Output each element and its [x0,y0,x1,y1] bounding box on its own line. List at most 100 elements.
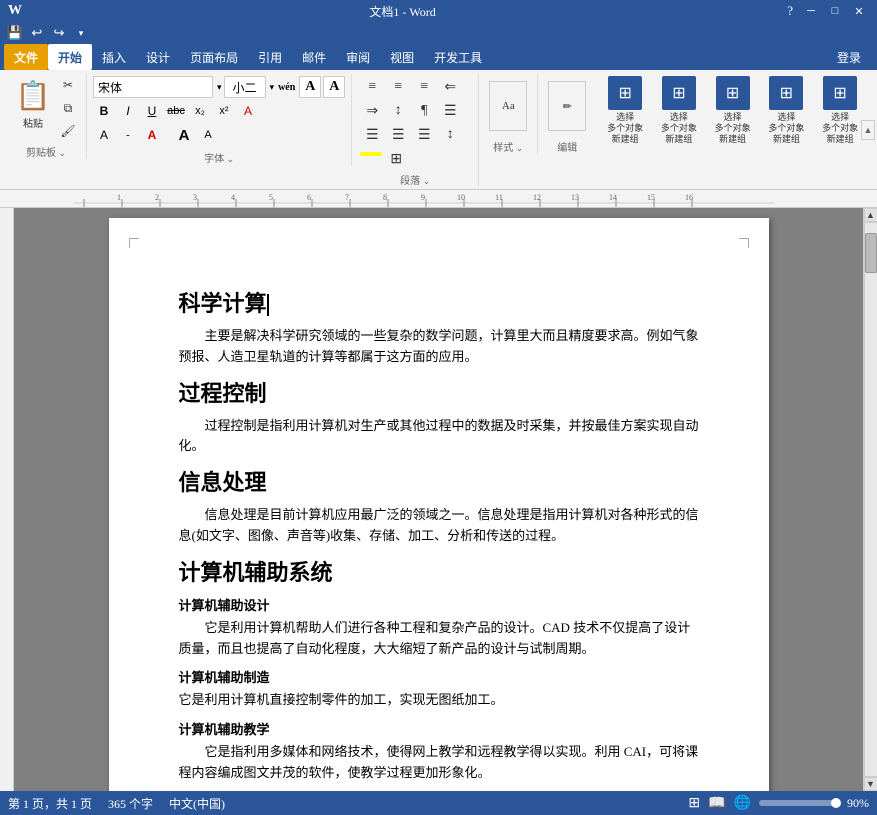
font-increase-button[interactable]: A [299,76,321,98]
svg-text:9: 9 [421,193,425,202]
line-spacing-button[interactable]: ↕ [438,124,462,146]
font-grow-button[interactable]: A [173,124,195,146]
align-left-button[interactable]: ☰ [438,100,462,122]
menu-view[interactable]: 视图 [380,44,424,70]
select-multi4-button[interactable]: ⊞ 选择多个对象新建组 [762,74,812,146]
menu-layout[interactable]: 页面布局 [180,44,248,70]
heading-cad[interactable]: 计算机辅助设计 [179,595,699,614]
login-button[interactable]: 登录 [825,44,873,70]
undo-icon[interactable]: ↩ [28,24,46,42]
select-multi3-button[interactable]: ⊞ 选择多个对象新建组 [708,74,758,146]
heading-kejixuansuan[interactable]: 科学计算 [179,286,699,318]
view-read-icon[interactable]: 📖 [708,795,725,812]
strikethrough-button[interactable]: abc [165,100,187,122]
body-cam[interactable]: 它是利用计算机直接控制零件的加工，实现无图纸加工。 [179,690,699,711]
heading-guochengkongzhi[interactable]: 过程控制 [179,376,699,408]
zoom-thumb[interactable] [831,798,841,808]
select-multi1-button[interactable]: ⊞ 选择多个对象新建组 [600,74,650,146]
menu-insert[interactable]: 插入 [92,44,136,70]
svg-text:7: 7 [345,193,349,202]
clipboard-small-buttons: ✂ ⧉ 🖌 [56,74,80,142]
para-group: ≡ ≡ ≡ ⇐ ⇒ ↕ ¶ ☰ ☰ ☰ ☰ ↕ ⊞ 段落 ⌄ [352,74,479,187]
zoom-slider[interactable] [759,800,839,806]
text-highlight-button[interactable]: - [117,124,139,146]
show-marks-button[interactable]: ¶ [412,100,436,122]
border-button[interactable]: ⊞ [384,148,408,170]
save-icon[interactable]: 💾 [6,24,24,42]
font-size-selector[interactable]: 小二 [224,76,266,98]
menu-mail[interactable]: 邮件 [292,44,336,70]
vertical-scrollbar[interactable]: ▲ ▼ [863,208,877,791]
redo-icon[interactable]: ↪ [50,24,68,42]
scroll-track[interactable] [864,222,877,777]
text-cursor [267,294,269,316]
menu-file[interactable]: 文件 [4,44,48,70]
app-title: 文档1 - Word [22,3,783,20]
restore-button[interactable]: □ [825,3,845,19]
heading-cam[interactable]: 计算机辅助制造 [179,667,699,686]
body-xinxichuli[interactable]: 信息处理是目前计算机应用最广泛的领域之一。信息处理是指用计算机对各种形式的信息(… [179,505,699,547]
bold-button[interactable]: B [93,100,115,122]
numbering-button[interactable]: ≡ [386,76,410,98]
font-name-selector[interactable]: 宋体 [93,76,213,98]
align-right-button[interactable]: ☰ [386,124,410,146]
cut-button[interactable]: ✂ [56,74,80,96]
shading-button[interactable] [360,152,382,156]
sort-button[interactable]: ↕ [386,100,410,122]
styles-label: 样式 ⌄ [493,137,523,154]
heading-jisuanjiufuzhu[interactable]: 计算机辅助系统 [179,555,699,587]
subscript-button[interactable]: x₂ [189,100,211,122]
font-name-dropdown[interactable]: ▾ [217,82,222,93]
document-page[interactable]: 科学计算 主要是解决科学研究领域的一些复杂的数学问题，计算里大而且精度要求高。例… [109,218,769,791]
select-multi5-button[interactable]: ⊞ 选择多个对象新建组 [815,74,865,146]
justify-button[interactable]: ☰ [412,124,436,146]
increase-indent-button[interactable]: ⇒ [360,100,384,122]
scroll-up-button[interactable]: ▲ [864,208,877,222]
scroll-thumb[interactable] [865,233,877,273]
body-cai[interactable]: 它是指利用多媒体和网络技术，使得网上教学和远程教学得以实现。利用 CAI，可将课… [179,742,699,784]
ribbon-collapse-button[interactable]: ▲ [861,120,875,140]
close-button[interactable]: ✕ [849,3,869,19]
paste-button[interactable]: 📋 粘贴 [12,74,54,134]
copy-button[interactable]: ⧉ [56,97,80,119]
font-shrink-button[interactable]: A [197,124,219,146]
font-size-dropdown[interactable]: ▾ [270,82,275,93]
heading-xinxichuli[interactable]: 信息处理 [179,465,699,497]
styles-button[interactable]: Aa [487,76,529,136]
italic-button[interactable]: I [117,100,139,122]
view-layout-icon[interactable]: ⊞ [688,795,700,812]
underline-button[interactable]: U [141,100,163,122]
minimize-button[interactable]: ─ [801,3,821,19]
superscript-button[interactable]: x² [213,100,235,122]
body-cad[interactable]: 它是利用计算机帮助人们进行各种工程和复杂产品的设计。CAD 技术不仅提高了设计质… [179,618,699,660]
menu-references[interactable]: 引用 [248,44,292,70]
font-color-button[interactable]: A [141,124,163,146]
body-guochengkongzhi[interactable]: 过程控制是指利用计算机对生产或其他过程中的数据及时采集，并按最佳方案实现自动化。 [179,416,699,458]
select-multi2-button[interactable]: ⊞ 选择多个对象新建组 [654,74,704,146]
svg-text:14: 14 [609,193,617,202]
ribbon: 📋 粘贴 ✂ ⧉ 🖌 剪贴板 ⌄ 宋体 ▾ 小二 ▾ wén A A B I U… [0,70,877,190]
font-decrease-button[interactable]: A [323,76,345,98]
menu-design[interactable]: 设计 [136,44,180,70]
page-area[interactable]: 科学计算 主要是解决科学研究领域的一些复杂的数学问题，计算里大而且精度要求高。例… [14,208,863,791]
scroll-down-button[interactable]: ▼ [864,777,877,791]
clear-format-button[interactable]: A [237,100,259,122]
multilevel-button[interactable]: ≡ [412,76,436,98]
align-center-button[interactable]: ☰ [360,124,384,146]
body-kejixuansuan[interactable]: 主要是解决科学研究领域的一些复杂的数学问题，计算里大而且精度要求高。例如气象预报… [179,326,699,368]
heading-cai[interactable]: 计算机辅助教学 [179,719,699,738]
more-icon[interactable]: ▾ [72,24,90,42]
help-icon[interactable]: ? [783,3,797,19]
menu-home[interactable]: 开始 [48,44,92,70]
word-icon: W [8,3,22,19]
edit-button[interactable]: ✏ [546,76,588,136]
ruler-svg: 1 2 3 4 5 6 7 8 9 10 11 12 13 1 [74,191,774,207]
menu-developer[interactable]: 开发工具 [424,44,492,70]
menu-review[interactable]: 审阅 [336,44,380,70]
text-effects-button[interactable]: A [93,124,115,146]
decrease-indent-button[interactable]: ⇐ [438,76,462,98]
format-painter-button[interactable]: 🖌 [56,120,80,142]
edit-preview: ✏ [548,81,586,131]
bullets-button[interactable]: ≡ [360,76,384,98]
view-web-icon[interactable]: 🌐 [734,795,751,812]
